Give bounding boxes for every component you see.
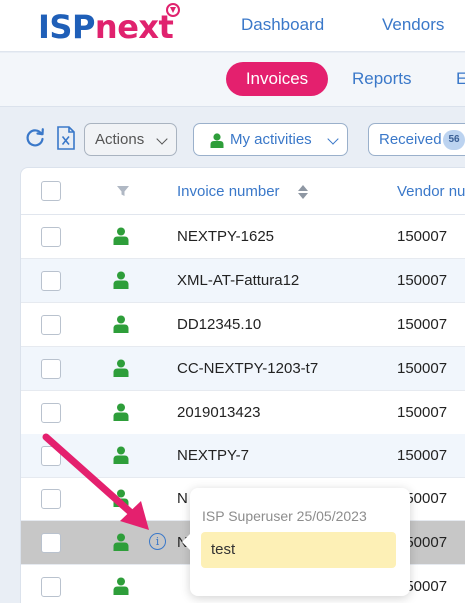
table-row[interactable]: NEXTPY-1625 150007 <box>21 215 465 259</box>
my-activities-label: My activities <box>230 131 312 148</box>
sort-icon[interactable] <box>298 185 308 199</box>
column-invoice-number[interactable]: Invoice number <box>177 183 280 200</box>
note-popover: ISP Superuser 25/05/2023 test <box>182 488 410 596</box>
table-row[interactable]: 2019013423 150007 <box>21 391 465 435</box>
logo-badge-icon <box>166 3 180 17</box>
received-filter[interactable]: Received 56 <box>368 123 465 156</box>
vendor-number-cell: 150007 <box>397 404 448 421</box>
vendor-number-cell: 150007 <box>397 316 448 333</box>
invoice-number-cell: NEXTPY-1625 <box>177 228 275 245</box>
actions-dropdown[interactable]: Actions <box>84 123 177 156</box>
row-checkbox[interactable] <box>41 315 61 335</box>
invoice-number-cell: DD12345.10 <box>177 316 262 333</box>
invoice-number-cell: 2019013423 <box>177 404 261 421</box>
logo-text-isp: ISP <box>38 8 95 46</box>
invoice-number-cell: NEXTPY-7 <box>177 447 249 464</box>
user-icon <box>113 403 129 421</box>
row-checkbox[interactable] <box>41 227 61 247</box>
table-row[interactable]: CC-NEXTPY-1203-t7 150007 <box>21 347 465 391</box>
user-icon <box>113 577 129 595</box>
app-header: ISPnext Dashboard Vendors <box>0 0 465 52</box>
user-icon <box>113 227 129 245</box>
row-checkbox[interactable] <box>41 403 61 423</box>
received-label: Received <box>379 131 442 148</box>
excel-export-icon[interactable] <box>56 126 76 150</box>
actions-label: Actions <box>95 131 145 148</box>
nav-dashboard[interactable]: Dashboard <box>241 15 324 35</box>
chevron-down-icon <box>327 133 339 145</box>
user-icon <box>113 533 129 551</box>
popover-note: test <box>201 532 396 568</box>
vendor-number-cell: 150007 <box>397 447 448 464</box>
invoice-number-cell: CC-NEXTPY-1203-t7 <box>177 360 319 377</box>
invoice-number-cell: N <box>177 490 188 507</box>
vendor-number-cell: 150007 <box>397 360 448 377</box>
nav-vendors[interactable]: Vendors <box>382 15 444 35</box>
refresh-icon[interactable] <box>24 127 46 149</box>
info-icon[interactable]: i <box>149 533 166 550</box>
row-checkbox[interactable] <box>41 271 61 291</box>
table-row[interactable]: DD12345.10 150007 <box>21 303 465 347</box>
row-checkbox[interactable] <box>41 577 61 597</box>
user-icon <box>113 359 129 377</box>
vendor-number-cell: 150007 <box>397 272 448 289</box>
table-row[interactable]: XML-AT-Fattura12 150007 <box>21 259 465 303</box>
user-icon <box>113 315 129 333</box>
invoice-toolbar: Actions My activities Received 56 <box>0 108 465 168</box>
popover-header: ISP Superuser 25/05/2023 <box>202 508 367 524</box>
user-icon <box>113 271 129 289</box>
row-checkbox[interactable] <box>41 533 61 553</box>
column-vendor-number[interactable]: Vendor nu <box>397 183 465 200</box>
my-activities-dropdown[interactable]: My activities <box>193 123 348 156</box>
table-row[interactable]: NEXTPY-7 150007 <box>21 434 465 478</box>
sub-navigation: Invoices Reports E <box>0 53 465 107</box>
row-checkbox[interactable] <box>41 446 61 466</box>
row-checkbox[interactable] <box>41 489 61 509</box>
select-all-checkbox[interactable] <box>41 181 61 201</box>
user-icon <box>113 489 129 507</box>
user-icon <box>210 133 224 148</box>
vendor-number-cell: 150007 <box>397 228 448 245</box>
table-header: Invoice number Vendor nu <box>21 168 465 215</box>
tab-more[interactable]: E <box>456 69 465 89</box>
invoice-number-cell: XML-AT-Fattura12 <box>177 272 300 289</box>
received-count-badge: 56 <box>443 130 465 150</box>
user-icon <box>113 446 129 464</box>
tab-reports[interactable]: Reports <box>352 69 412 89</box>
logo-text-next: next <box>94 8 174 46</box>
chevron-down-icon <box>156 133 168 145</box>
ispnext-logo[interactable]: ISPnext <box>38 8 174 46</box>
row-checkbox[interactable] <box>41 359 61 379</box>
tab-invoices[interactable]: Invoices <box>226 62 328 96</box>
filter-icon[interactable] <box>117 185 129 197</box>
